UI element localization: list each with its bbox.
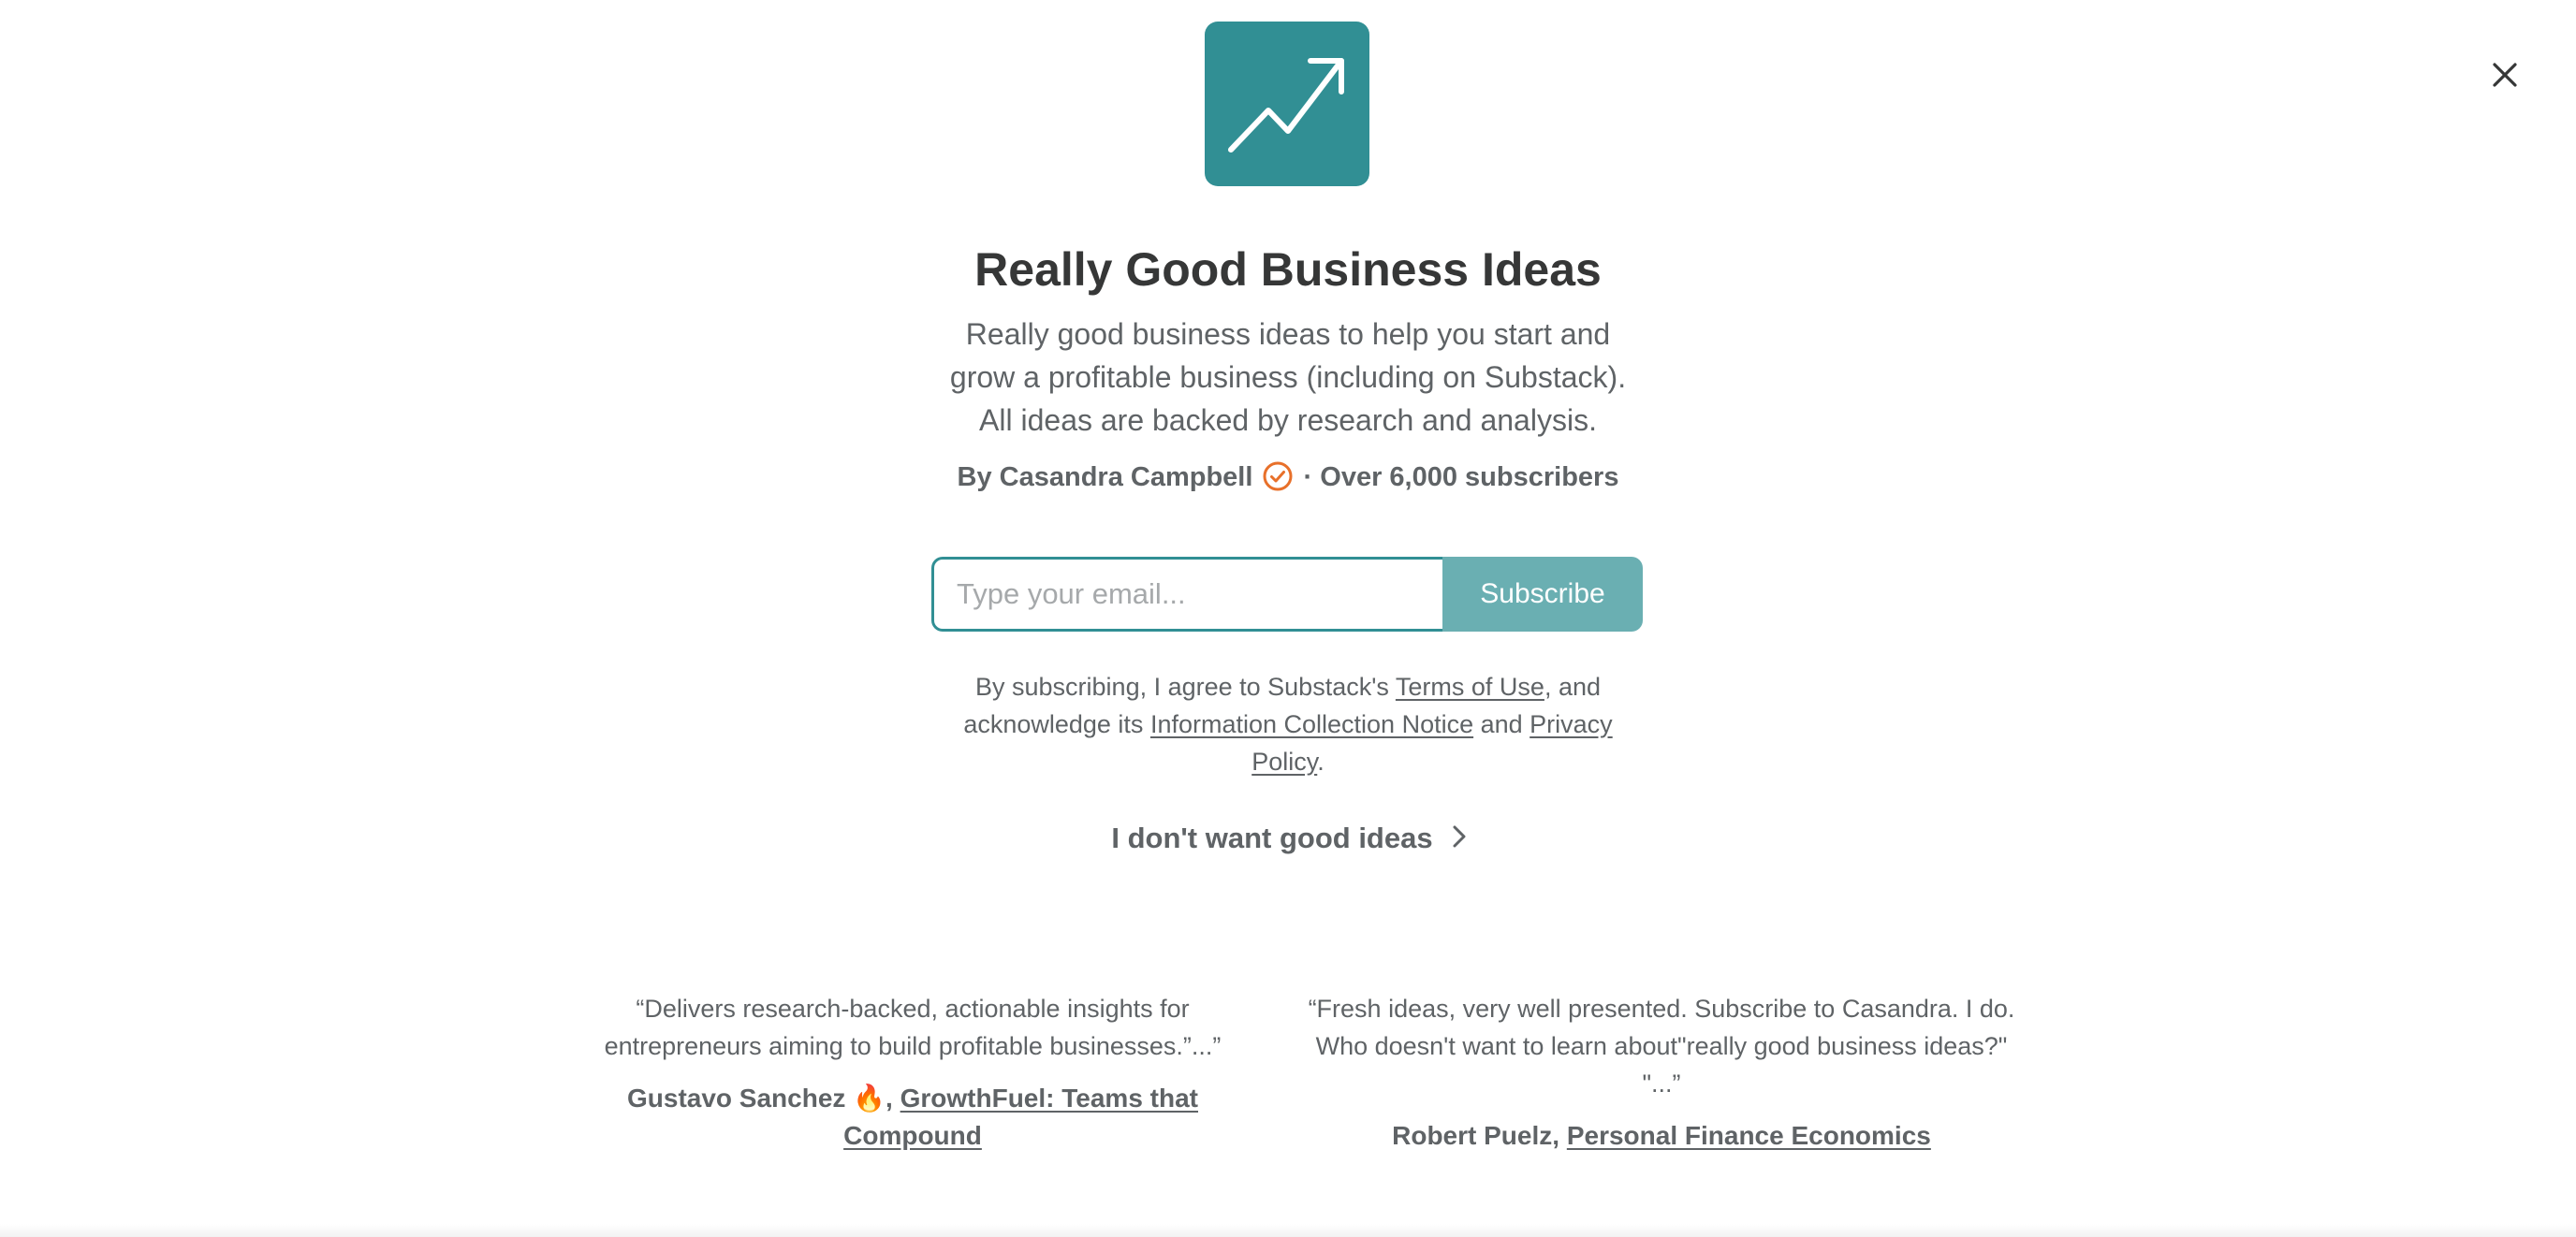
testimonial-author-name: Gustavo Sanchez 🔥, [627,1084,900,1113]
publication-byline: By Casandra Campbell · Over 6,000 subscr… [820,458,1756,496]
legal-text-1: By subscribing, I agree to Substack's [975,673,1396,701]
email-field[interactable] [931,557,1442,632]
testimonial-author: Gustavo Sanchez 🔥, GrowthFuel: Teams tha… [562,1080,1264,1155]
publication-title: Really Good Business Ideas [974,243,1602,296]
subscribe-modal: Really Good Business Ideas Really good b… [0,0,2576,1237]
skip-label: I don't want good ideas [1111,822,1433,854]
skip-subscribe-link[interactable]: I don't want good ideas [1030,816,1554,861]
subscribe-form: Subscribe [931,557,1643,632]
publication-logo [1205,22,1369,186]
testimonial-quote: “Delivers research-backed, actionable in… [604,995,1222,1060]
legal-text-3: and [1473,710,1530,738]
verified-check-icon [1262,460,1294,492]
legal-notice: By subscribing, I agree to Substack's Te… [955,668,1621,780]
subscriber-count: · Over 6,000 subscribers [1303,462,1619,492]
chevron-right-icon [1446,823,1472,850]
bottom-shadow [0,1224,2576,1237]
testimonial: “Fresh ideas, very well presented. Subsc… [1301,990,2022,1155]
close-icon [2493,63,2517,87]
testimonial-publication-link[interactable]: Personal Finance Economics [1567,1121,1931,1150]
author-name: By Casandra Campbell [957,462,1253,492]
information-collection-notice-link[interactable]: Information Collection Notice [1150,710,1473,738]
testimonial: “Delivers research-backed, actionable in… [562,990,1264,1155]
testimonial-author: Robert Puelz, Personal Finance Economics [1301,1117,2022,1155]
trending-up-icon [1228,58,1344,153]
subscribe-button[interactable]: Subscribe [1442,557,1643,632]
legal-text-4: . [1317,748,1325,776]
publication-description: Really good business ideas to help you s… [949,317,1627,437]
close-button[interactable] [2486,56,2524,94]
testimonial-author-name: Robert Puelz, [1392,1121,1567,1150]
terms-of-use-link[interactable]: Terms of Use [1396,673,1544,701]
testimonial-quote: “Fresh ideas, very well presented. Subsc… [1308,995,2015,1098]
